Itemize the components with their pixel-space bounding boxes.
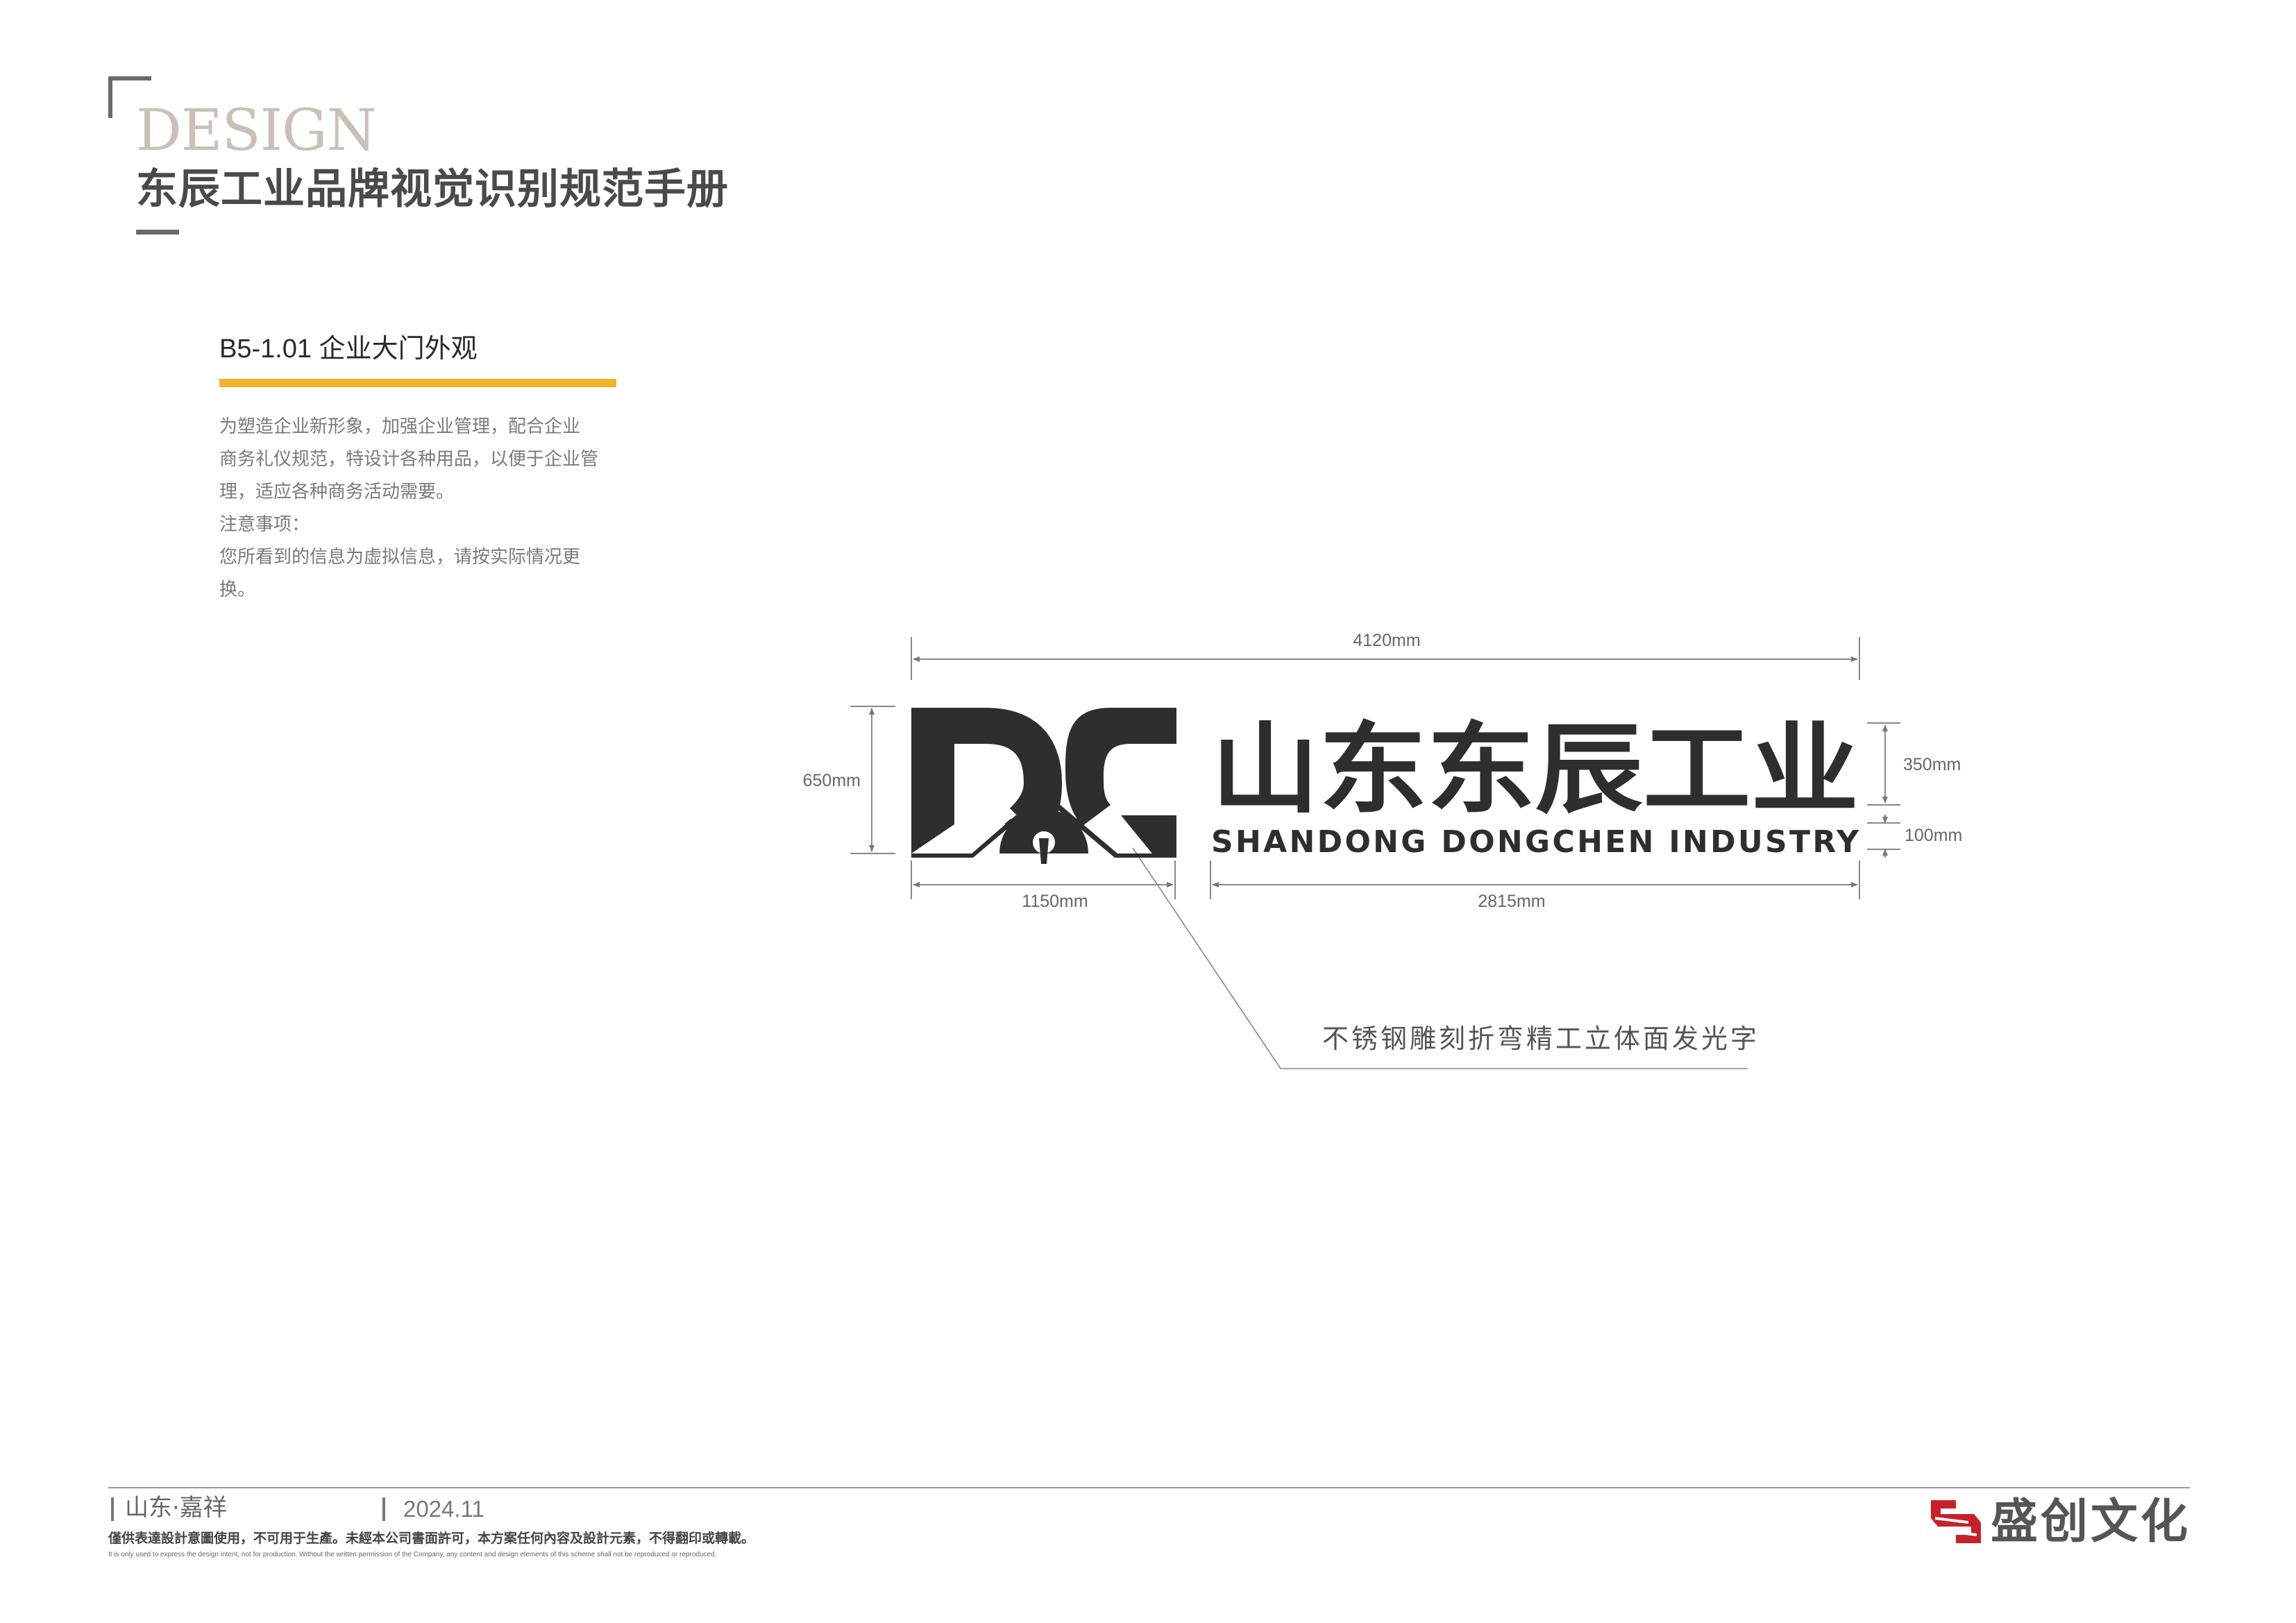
dim-total-width: 4120mm <box>1353 631 1420 650</box>
footer-divider <box>108 1487 2190 1488</box>
material-note: 不锈钢雕刻折弯精工立体面发光字 <box>1322 1023 1760 1054</box>
dim-mark-width: 1150mm <box>1022 892 1088 911</box>
dim-cn-height: 350mm <box>1903 755 1961 774</box>
footer-date-bar <box>382 1497 385 1521</box>
dim-text-width: 2815mm <box>1478 892 1545 911</box>
dim-en-height: 100mm <box>1905 826 1962 845</box>
brand-logo-icon <box>1931 1500 1981 1543</box>
signage-dimension-drawing: 4120mm 650mm 1150mm 2815mm 350mm 100mm 山… <box>803 631 1962 1069</box>
footer-disclaimer-cn: 僅供表達設計意圖使用，不可用于生產。未經本公司書面許可，本方案任何內容及設計元素… <box>108 1531 755 1546</box>
footer-location: 山东·嘉祥 <box>125 1494 227 1522</box>
brand-name: 盛创文化 <box>1991 1495 2191 1549</box>
footer-date: 2024.11 <box>403 1496 484 1522</box>
company-name-en: SHANDONG DONGCHEN INDUSTRY <box>1211 824 1859 860</box>
dim-height: 650mm <box>803 771 861 790</box>
footer-disclaimer-en: It is only used to express the design in… <box>108 1551 717 1558</box>
dc-logo-mark <box>911 708 1176 864</box>
footer-location-bar <box>111 1497 114 1521</box>
company-name-cn: 山东东辰工业 <box>1211 713 1859 827</box>
